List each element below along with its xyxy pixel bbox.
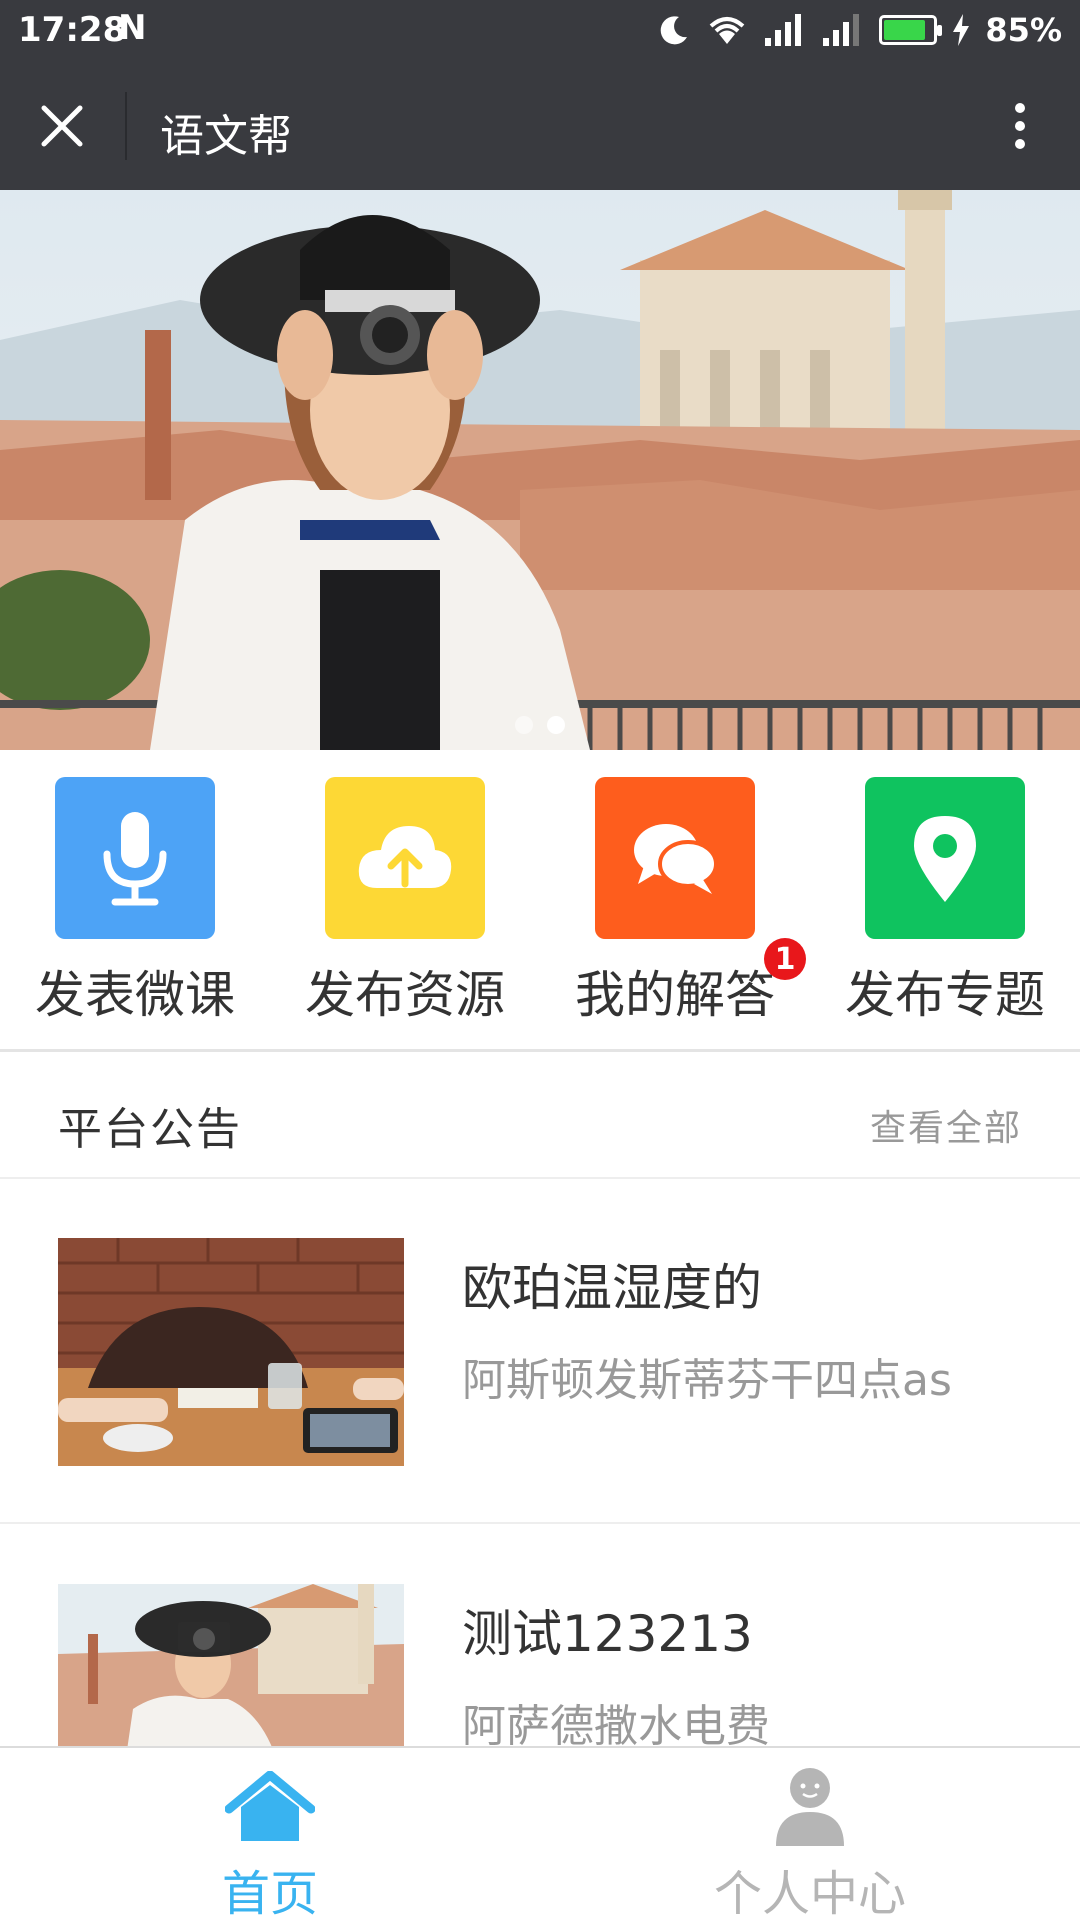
carousel-dot-active[interactable]	[547, 716, 565, 734]
user-icon-wrap	[760, 1762, 860, 1852]
wifi-icon	[710, 17, 745, 44]
article-item[interactable]: 欧珀温湿度的 阿斯顿发斯蒂芬干四点as	[0, 1180, 1080, 1524]
location-pin-icon-tile	[865, 777, 1025, 939]
close-icon	[41, 105, 83, 147]
charging-icon	[953, 14, 970, 46]
title-divider	[125, 92, 127, 160]
notice-section-header: 平台公告 查看全部	[0, 1055, 1080, 1179]
tab-label: 首页	[221, 1866, 318, 1920]
more-dot	[1015, 139, 1025, 149]
quick-action-label: 发布专题	[845, 966, 1045, 1024]
signal-icon	[765, 14, 802, 46]
title-bar: 语文帮	[0, 62, 1080, 190]
status-indicators: 85%	[657, 8, 1062, 52]
carrier-n-icon: N	[118, 8, 147, 48]
more-menu-button[interactable]	[990, 96, 1050, 156]
notice-title: 平台公告	[58, 1104, 242, 1155]
microphone-icon	[103, 812, 167, 906]
view-all-link[interactable]: 查看全部	[870, 1099, 1022, 1151]
battery-fill	[884, 20, 926, 40]
carousel-indicator	[0, 716, 1080, 734]
page-title: 语文帮	[160, 111, 292, 162]
user-icon	[776, 1768, 844, 1846]
article-description: 阿萨德撒水电费	[462, 1701, 770, 1752]
status-bar: 17:28 N 85%	[0, 0, 1080, 62]
status-time: 17:28	[18, 10, 127, 50]
signal-secondary-icon	[823, 14, 860, 46]
home-icon	[225, 1771, 315, 1841]
banner-carousel[interactable]	[0, 190, 1080, 750]
tab-label: 个人中心	[713, 1866, 906, 1920]
more-dot	[1015, 103, 1025, 113]
bottom-tab-bar: 首页 个人中心	[0, 1746, 1080, 1920]
chat-bubbles-icon	[634, 824, 718, 894]
tab-personal-center[interactable]: 个人中心	[540, 1748, 1080, 1920]
location-pin-icon	[914, 816, 976, 902]
cloud-upload-icon-tile	[325, 777, 485, 939]
article-title: 测试123213	[462, 1605, 753, 1663]
banner-image	[0, 190, 1080, 750]
home-icon-wrap	[220, 1762, 320, 1852]
microphone-icon-tile	[55, 777, 215, 939]
article-description: 阿斯顿发斯蒂芬干四点as	[462, 1355, 952, 1406]
cloud-upload-icon	[358, 826, 452, 888]
moon-icon	[661, 16, 688, 45]
publish-resource-button[interactable]: 发布资源	[270, 750, 540, 1049]
notification-badge: 1	[764, 938, 806, 980]
publish-topic-button[interactable]: 发布专题	[810, 750, 1080, 1049]
tab-home[interactable]: 首页	[0, 1748, 540, 1920]
article-title: 欧珀温湿度的	[462, 1259, 762, 1317]
battery-percent: 85%	[985, 11, 1062, 49]
more-dot	[1015, 121, 1025, 131]
chat-bubbles-icon-tile	[595, 777, 755, 939]
battery-icon	[879, 15, 943, 45]
quick-action-label: 发布资源	[305, 966, 505, 1024]
article-thumbnail	[58, 1238, 404, 1466]
quick-action-label: 发表微课	[35, 966, 235, 1024]
carousel-dot[interactable]	[515, 716, 533, 734]
close-button[interactable]	[32, 96, 92, 156]
publish-micro-lesson-button[interactable]: 发表微课	[0, 750, 270, 1049]
my-answers-button[interactable]: 我的解答 1	[540, 750, 810, 1049]
quick-actions: 发表微课 发布资源 我的解答 1 发布专题	[0, 750, 1080, 1052]
